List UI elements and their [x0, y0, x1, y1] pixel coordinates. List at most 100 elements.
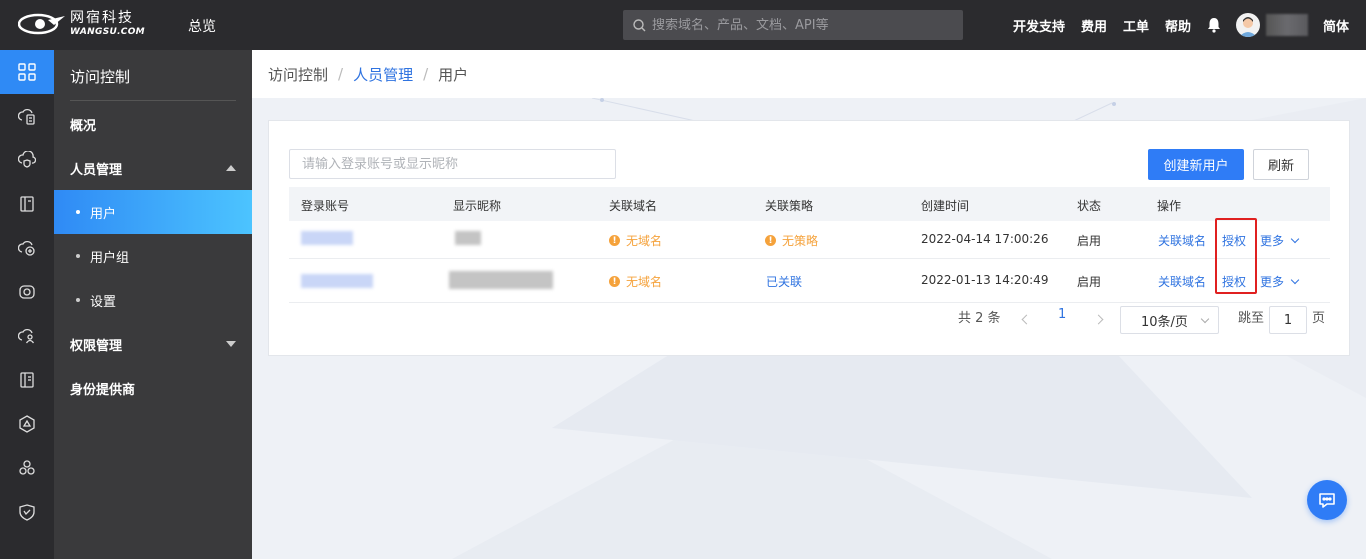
book-icon [20, 372, 34, 388]
domain-status: ! 无域名 [609, 273, 662, 290]
product-rail [0, 50, 54, 559]
policy-linked-link[interactable]: 已关联 [766, 273, 802, 290]
create-user-button[interactable]: 创建新用户 [1148, 149, 1244, 180]
brand-name-cn: 网宿科技 [70, 10, 134, 26]
sidebar-divider [70, 100, 236, 101]
nav-help[interactable]: 帮助 [1165, 16, 1191, 35]
warning-icon: ! [609, 235, 620, 246]
sidebar-item-users[interactable]: 用户 [54, 190, 252, 234]
language-switch[interactable]: 简体 [1323, 16, 1349, 35]
breadcrumb: 访问控制 / 人员管理 / 用户 [252, 50, 1366, 98]
rail-item-cloud-plus[interactable] [0, 226, 54, 270]
link-domain-action[interactable]: 关联域名 [1158, 232, 1206, 249]
rail-item-storage[interactable] [0, 182, 54, 226]
chevron-down-icon [1290, 234, 1300, 243]
rail-item-vip[interactable] [0, 490, 54, 534]
rail-item-cluster[interactable] [0, 446, 54, 490]
chevron-down-icon [1200, 314, 1210, 324]
rail-item-cloud-user[interactable] [0, 314, 54, 358]
sidebar-item-label: 用户组 [90, 250, 130, 266]
page-unit-label: 页 [1312, 311, 1326, 326]
col-status: 状态 [1077, 199, 1102, 213]
sidebar-item-settings[interactable]: 设置 [54, 278, 252, 322]
cloud-doc-icon [18, 108, 35, 125]
bullet-icon [76, 254, 80, 258]
book-icon [20, 196, 34, 212]
col-display-name: 显示昵称 [453, 199, 502, 213]
chevron-left-icon[interactable] [1021, 314, 1032, 325]
rail-item-dashboard[interactable] [0, 50, 54, 94]
rail-item-monitor[interactable] [0, 270, 54, 314]
sidebar-item-label: 身份提供商 [70, 382, 136, 398]
breadcrumb-section[interactable]: 人员管理 [353, 64, 413, 85]
chevron-down-icon [1290, 275, 1300, 284]
rail-item-docs[interactable] [0, 358, 54, 402]
sidebar-item-personnel[interactable]: 人员管理 [54, 146, 252, 190]
more-actions-label: 更多 [1260, 275, 1285, 289]
page-size-select[interactable]: 10条/页 [1120, 306, 1219, 334]
page-size-value: 10条/页 [1141, 314, 1188, 330]
section-sidebar: 访问控制 概况 人员管理 用户 用户组 设置 权限管理 身份提供商 [54, 50, 252, 559]
search-icon [633, 18, 646, 31]
pagination-current-page[interactable]: 1 [1058, 307, 1066, 322]
user-status: 启用 [1077, 275, 1102, 289]
nav-ticket[interactable]: 工单 [1123, 16, 1149, 35]
cloud-user-icon [18, 328, 35, 344]
breadcrumb-separator: / [338, 65, 344, 83]
nav-billing[interactable]: 费用 [1081, 16, 1107, 35]
brand-logo[interactable]: 网宿科技 WANGSU.COM [18, 10, 145, 38]
global-search[interactable] [623, 10, 963, 40]
user-status: 启用 [1077, 234, 1102, 248]
breadcrumb-current: 用户 [438, 65, 469, 84]
user-filter-input[interactable] [289, 149, 616, 179]
chat-support-button[interactable] [1307, 480, 1347, 520]
display-name-redacted [449, 271, 553, 289]
col-actions: 操作 [1157, 199, 1182, 213]
refresh-button[interactable]: 刷新 [1253, 149, 1309, 180]
policy-status-text: 无策略 [782, 234, 819, 248]
chevron-right-icon[interactable] [1093, 314, 1104, 325]
created-time: 2022-01-13 14:20:49 [921, 273, 1049, 287]
col-login-account: 登录账号 [301, 199, 350, 213]
login-account-redacted[interactable] [301, 231, 353, 245]
sidebar-item-overview[interactable]: 概况 [54, 102, 252, 146]
sidebar-item-label: 权限管理 [70, 338, 123, 354]
link-domain-action[interactable]: 关联域名 [1158, 273, 1206, 290]
chat-icon [1319, 493, 1335, 508]
grid-icon [18, 63, 36, 81]
jump-page-input[interactable]: 1 [1269, 306, 1307, 334]
rail-item-network[interactable] [0, 402, 54, 446]
more-actions-label: 更多 [1260, 234, 1285, 248]
display-name-redacted [455, 231, 481, 245]
domain-status: ! 无域名 [609, 232, 662, 249]
table-row: ! 无域名 ! 无策略 2022-04-14 17:00:26 启用 关联域名 授权… [289, 221, 1330, 259]
table-row: ! 无域名 已关联 2022-01-13 14:20:49 启用 关联域名 授权 … [289, 259, 1330, 303]
cluster-icon [19, 460, 35, 475]
sidebar-item-permissions[interactable]: 权限管理 [54, 322, 252, 366]
nav-dev-support[interactable]: 开发支持 [1013, 16, 1065, 35]
sidebar-item-identity-provider[interactable]: 身份提供商 [54, 366, 252, 410]
rail-item-security[interactable] [0, 138, 54, 182]
hexagon-icon [19, 415, 35, 433]
breadcrumb-root[interactable]: 访问控制 [268, 64, 328, 85]
bell-icon[interactable] [1207, 17, 1221, 33]
search-input[interactable] [652, 17, 952, 33]
top-bar: 网宿科技 WANGSU.COM 总览 开发支持 费用 工单 帮助 简体 [0, 0, 1366, 50]
cloud-shield-icon [18, 151, 36, 168]
login-account-redacted[interactable] [301, 274, 373, 288]
rail-item-cdn[interactable] [0, 94, 54, 138]
more-actions[interactable]: 更多 [1260, 273, 1300, 290]
more-actions[interactable]: 更多 [1260, 232, 1300, 249]
shield-badge-icon [19, 504, 35, 521]
sidebar-item-user-groups[interactable]: 用户组 [54, 234, 252, 278]
cloud-plus-icon [18, 240, 35, 256]
pagination-total: 共 2 条 [958, 311, 1001, 326]
nav-overview[interactable]: 总览 [188, 16, 216, 36]
col-created: 创建时间 [921, 199, 970, 213]
avatar[interactable] [1236, 13, 1260, 37]
bullet-icon [76, 298, 80, 302]
caret-down-icon [226, 341, 236, 347]
sidebar-title: 访问控制 [70, 68, 131, 86]
domain-status-text: 无域名 [626, 275, 663, 289]
users-card: 创建新用户 刷新 登录账号 显示昵称 关联域名 关联策略 创建时间 状态 操作 … [268, 120, 1350, 356]
